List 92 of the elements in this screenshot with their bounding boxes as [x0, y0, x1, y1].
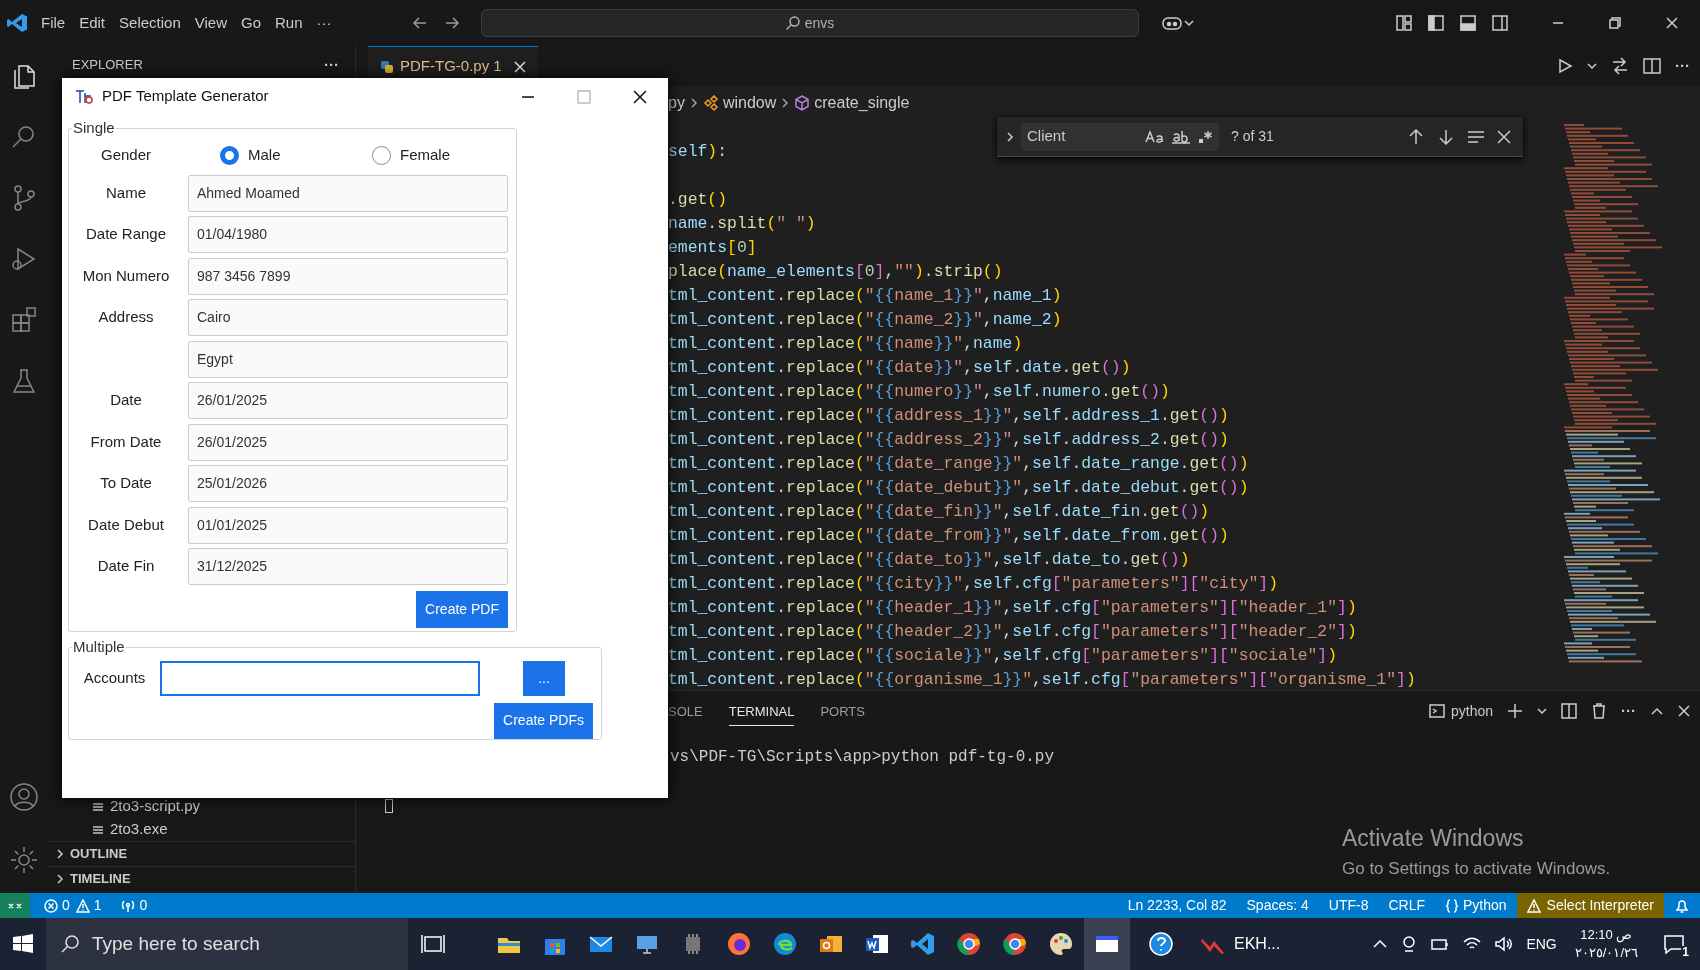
- taskbar-app-button[interactable]: EKH...: [1192, 918, 1289, 970]
- code-line: tml_content.replace("{{date_from}}",self.date_from.get()): [668, 526, 1229, 545]
- input-field[interactable]: Egypt: [188, 340, 508, 378]
- field-label: From Date: [90, 431, 162, 452]
- field-label: Name: [106, 182, 146, 203]
- more-actions-button[interactable]: ···: [324, 53, 339, 77]
- code-line: tml_content.replace("{{date_fin}}",self.date_fin.get()): [668, 502, 1210, 521]
- match-count: ? of 31: [1231, 127, 1275, 146]
- window-title: PDF Template Generator: [102, 86, 269, 107]
- status-item[interactable]: UTF-8: [1318, 895, 1379, 916]
- browse-button[interactable]: ...: [523, 660, 565, 696]
- input-field[interactable]: 25/01/2026: [188, 465, 508, 502]
- problems-button[interactable]: 0 1: [40, 895, 106, 916]
- input-language[interactable]: ENG: [1526, 933, 1557, 955]
- field-label: Accounts: [83, 667, 146, 688]
- input-field[interactable]: 01/04/1980: [188, 216, 508, 253]
- create-pdfs-button[interactable]: Create PDFs: [494, 702, 593, 739]
- code-line: tml_content.replace("{{organisme_1}}",self.cfg["parameters"]["organisme_1"]): [668, 670, 1416, 689]
- input-field[interactable]: 01/01/2025: [188, 506, 508, 544]
- status-item[interactable]: Ln 2233, Col 82: [1117, 895, 1237, 916]
- sidebar-title: EXPLORER: [72, 56, 143, 75]
- field-label: Gender: [100, 145, 151, 166]
- code-line: .get(): [668, 190, 728, 209]
- create-pdf-button[interactable]: Create PDF: [416, 591, 508, 628]
- field-label: Address: [98, 307, 154, 328]
- panel-tab[interactable]: SOLE: [668, 695, 703, 727]
- code-line: tml_content.replace("{{date_debut}}",self.date_debut.get()): [668, 478, 1249, 497]
- section-header[interactable]: TIMELINE: [70, 869, 131, 889]
- activation-text: Go to Settings to activate Windows.: [1342, 857, 1611, 880]
- menu-item[interactable]: Edit: [72, 11, 113, 35]
- activation-title: Activate Windows: [1342, 824, 1525, 853]
- menu-item[interactable]: View: [187, 11, 234, 35]
- code-line: tml_content.replace("{{address_1}}",self.address_1.get()): [668, 406, 1229, 425]
- field-label: Date Debut: [88, 514, 164, 535]
- field-label: Date: [110, 390, 142, 411]
- menu-item[interactable]: Go: [234, 11, 268, 35]
- menu-item[interactable]: ···: [309, 11, 339, 35]
- field-label: Date Fin: [97, 556, 155, 577]
- code-line: ements[0]: [668, 238, 757, 257]
- terminal-selector[interactable]: python: [1428, 700, 1493, 722]
- command-center-search[interactable]: envs: [480, 9, 1139, 37]
- group-label: Single: [72, 118, 116, 138]
- field-label: Mon Numero: [82, 265, 170, 286]
- panel-tab[interactable]: TERMINAL: [728, 695, 795, 727]
- code-line: tml_content.replace("{{name_2}}",name_2): [668, 310, 1062, 329]
- code-line: tml_content.replace("{{date_range}}",self.date_range.get()): [668, 454, 1249, 473]
- input-field[interactable]: 31/12/2025: [188, 548, 508, 585]
- code-line: tml_content.replace("{{name_1}}",name_1): [668, 286, 1062, 305]
- radio-label: Male: [248, 145, 281, 166]
- menu-item[interactable]: File: [34, 11, 73, 35]
- status-item[interactable]: CRLF: [1378, 895, 1435, 916]
- radio-label: Female: [400, 145, 451, 166]
- code-line: place(name_elements[0],"").strip(): [668, 262, 1003, 281]
- find-field[interactable]: Client: [1021, 122, 1219, 151]
- code-line: tml_content.replace("{{header_2}}",self.cfg["parameters"]["header_2"]): [668, 622, 1357, 641]
- code-line: tml_content.replace("{{sociale}}",self.cfg["parameters"]["sociale"]): [668, 646, 1338, 665]
- code-line: tml_content.replace("{{date_to}}",self.date_to.get()): [668, 550, 1190, 569]
- breadcrumb-item[interactable]: window: [722, 91, 777, 115]
- menu-item[interactable]: Run: [268, 11, 310, 35]
- file-tree-item[interactable]: 2to3.exe: [110, 818, 168, 841]
- terminal-line: vs\PDF-TG\Scripts\app>python pdf-tg-0.py: [670, 747, 1055, 768]
- code-line: name.split(" "): [668, 214, 816, 233]
- notifications-button[interactable]: 1: [1656, 929, 1692, 959]
- input-field[interactable]: 26/01/2025: [188, 382, 508, 419]
- menu-item[interactable]: Selection: [112, 11, 188, 35]
- code-line: self):: [668, 142, 728, 161]
- taskbar-search-field[interactable]: Type here to search: [46, 918, 408, 970]
- code-line: tml_content.replace("{{header_1}}",self.cfg["parameters"]["header_1"]): [668, 598, 1357, 617]
- breadcrumb-item[interactable]: py: [668, 91, 685, 115]
- code-line: tml_content.replace("{{name}}",name): [668, 334, 1023, 353]
- panel-tab[interactable]: PORTS: [820, 695, 865, 727]
- input-field[interactable]: Cairo: [188, 299, 508, 336]
- section-header[interactable]: OUTLINE: [70, 844, 128, 864]
- more-actions-button[interactable]: ···: [1675, 54, 1690, 78]
- field-label: To Date: [100, 473, 152, 494]
- input-field[interactable]: 26/01/2025: [188, 423, 508, 461]
- code-line: tml_content.replace("{{date}}",self.date.get()): [668, 358, 1131, 377]
- code-line: tml_content.replace("{{address_2}}",self.address_2.get()): [668, 430, 1229, 449]
- code-line: tml_content.replace("{{numero}}",self.numero.get()): [668, 382, 1170, 401]
- code-line: tml_content.replace("{{city}}",self.cfg["parameters"]["city"]): [668, 574, 1279, 593]
- select-interpreter-button[interactable]: Select Interpreter: [1516, 893, 1664, 918]
- field-label: Date Range: [85, 224, 167, 245]
- group-label: Multiple: [72, 637, 126, 657]
- status-item[interactable]: Spaces: 4: [1236, 895, 1319, 916]
- file-tree-item[interactable]: 2to3-script.py: [110, 795, 201, 818]
- more-actions-button[interactable]: ···: [1621, 699, 1636, 723]
- clock[interactable]: 12:10 ص ٢٠٢٥/٠١/٢٦: [1568, 926, 1644, 962]
- input-field[interactable]: Ahmed Moamed: [188, 174, 508, 212]
- input-field[interactable]: 987 3456 7899: [188, 257, 508, 295]
- language-mode-button[interactable]: Python: [1435, 895, 1517, 916]
- breadcrumb-item[interactable]: create_single: [814, 91, 910, 115]
- ports-button[interactable]: 0: [119, 895, 148, 916]
